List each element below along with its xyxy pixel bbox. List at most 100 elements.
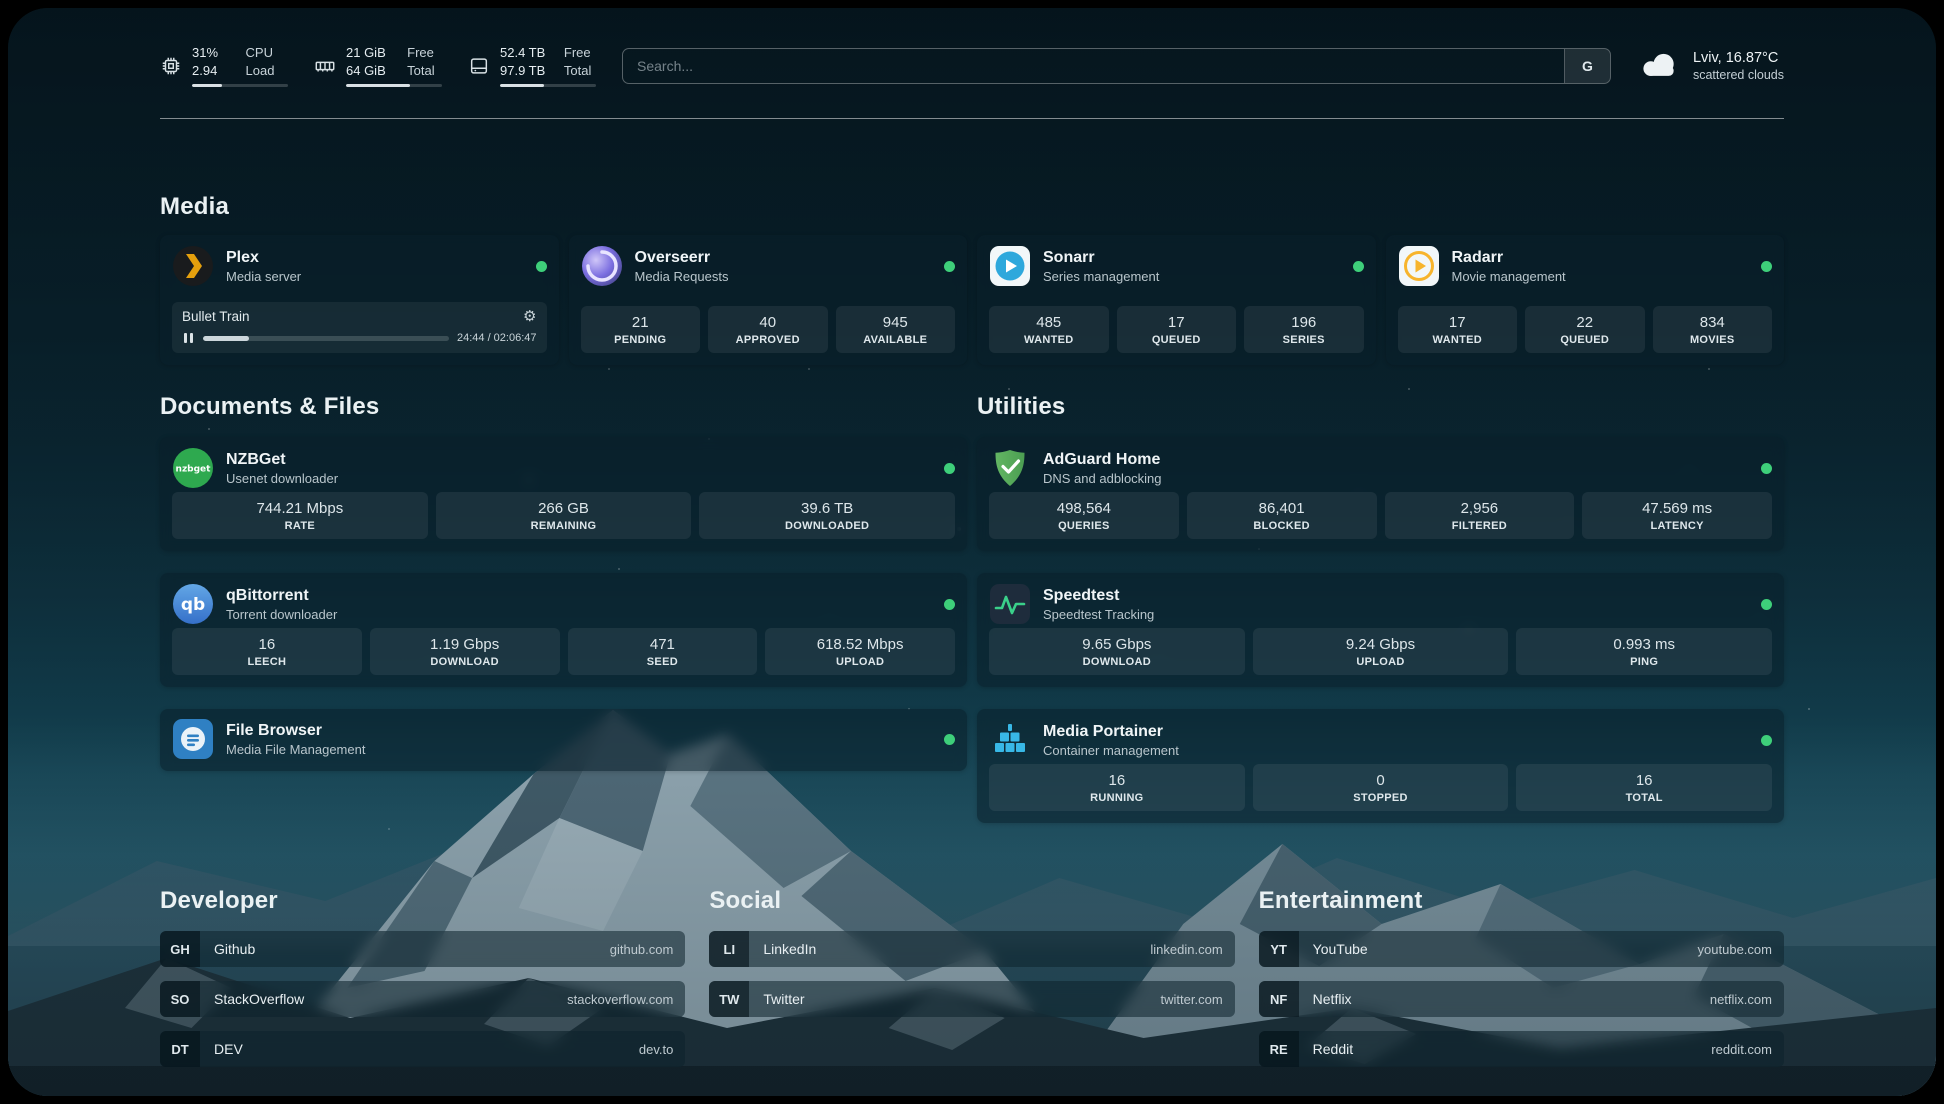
status-dot	[1761, 599, 1772, 610]
search-bar: G	[622, 48, 1611, 84]
stat-block: 16LEECH	[172, 628, 362, 675]
service-card-radarr[interactable]: Radarr Movie management 17WANTED 22QUEUE…	[1386, 235, 1785, 365]
bookmark-name: YouTube	[1313, 941, 1368, 957]
adguard-icon	[989, 447, 1031, 489]
disk-total-value: 97.9 TB	[500, 63, 550, 80]
stat-block: 17QUEUED	[1117, 306, 1237, 353]
service-card-speedtest[interactable]: Speedtest Speedtest Tracking 9.65 GbpsDO…	[977, 573, 1784, 687]
cpu-load-label: Load	[246, 63, 288, 80]
service-description: Container management	[1043, 743, 1179, 758]
service-card-portainer[interactable]: Media Portainer Container management 16R…	[977, 709, 1784, 823]
status-dot	[1761, 735, 1772, 746]
stat-block: 2,956FILTERED	[1385, 492, 1575, 539]
service-name: Media Portainer	[1043, 723, 1179, 741]
service-description: Media Requests	[635, 269, 729, 284]
media-card-grid: Plex Media server Bullet Train ⚙ 24:44 /…	[160, 235, 1784, 365]
service-description: Speedtest Tracking	[1043, 607, 1154, 622]
svg-text:nzbget: nzbget	[176, 465, 212, 475]
bookmark-name: StackOverflow	[214, 991, 304, 1007]
stat-block: 196SERIES	[1244, 306, 1364, 353]
stat-block: 17WANTED	[1398, 306, 1518, 353]
stat-block: 16RUNNING	[989, 764, 1245, 811]
stat-block: 618.52 MbpsUPLOAD	[765, 628, 955, 675]
google-search-button[interactable]: G	[1564, 49, 1610, 83]
status-dot	[944, 599, 955, 610]
portainer-icon	[989, 719, 1031, 761]
service-name: File Browser	[226, 722, 365, 740]
service-card-qbittorrent[interactable]: qb qBittorrent Torrent downloader	[160, 573, 967, 687]
stat-block: 16TOTAL	[1516, 764, 1772, 811]
service-name: Speedtest	[1043, 587, 1154, 605]
service-description: Usenet downloader	[226, 471, 338, 486]
section-title-entertainment: Entertainment	[1259, 887, 1784, 915]
bookmark-stackoverflow[interactable]: SO StackOverflow stackoverflow.com	[160, 981, 685, 1017]
radarr-icon	[1398, 245, 1440, 287]
bookmark-abbr: YT	[1259, 931, 1299, 967]
pause-button[interactable]	[182, 332, 195, 344]
stat-block: 9.65 GbpsDOWNLOAD	[989, 628, 1245, 675]
status-dot	[1761, 261, 1772, 272]
service-card-plex[interactable]: Plex Media server Bullet Train ⚙ 24:44 /…	[160, 235, 559, 365]
bookmark-url: reddit.com	[1711, 1042, 1784, 1057]
cpu-load-value: 2.94	[192, 63, 232, 80]
dashboard-screen: 31% CPU 2.94 Load	[8, 8, 1936, 1096]
bookmark-netflix[interactable]: NF Netflix netflix.com	[1259, 981, 1784, 1017]
svg-text:qb: qb	[181, 595, 205, 615]
section-title-media: Media	[160, 193, 1784, 221]
bookmark-dev[interactable]: DT DEV dev.to	[160, 1031, 685, 1067]
bookmark-reddit[interactable]: RE Reddit reddit.com	[1259, 1031, 1784, 1067]
bookmark-url: youtube.com	[1698, 942, 1784, 957]
stat-block: 47.569 msLATENCY	[1582, 492, 1772, 539]
bookmark-linkedin[interactable]: LI LinkedIn linkedin.com	[709, 931, 1234, 967]
sonarr-icon	[989, 245, 1031, 287]
service-card-overseerr[interactable]: Overseerr Media Requests 21PENDING 40APP…	[569, 235, 968, 365]
search-input[interactable]	[623, 49, 1564, 83]
service-description: Torrent downloader	[226, 607, 337, 622]
developer-column: Developer GH Github github.com SO StackO…	[160, 887, 685, 1067]
memory-free-value: 21 GiB	[346, 45, 393, 62]
bookmark-twitter[interactable]: TW Twitter twitter.com	[709, 981, 1234, 1017]
memory-widget: 21 GiB Free 64 GiB Total	[314, 45, 442, 87]
disk-total-label: Total	[564, 63, 596, 80]
nzbget-icon: nzbget	[172, 447, 214, 489]
bookmark-abbr: RE	[1259, 1031, 1299, 1067]
service-description: Media File Management	[226, 742, 365, 757]
stat-block: 834MOVIES	[1653, 306, 1773, 353]
service-card-adguard[interactable]: AdGuard Home DNS and adblocking 498,564Q…	[977, 437, 1784, 551]
bookmark-name: Reddit	[1313, 1041, 1353, 1057]
bookmark-name: LinkedIn	[763, 941, 816, 957]
memory-total-label: Total	[407, 63, 442, 80]
bookmark-youtube[interactable]: YT YouTube youtube.com	[1259, 931, 1784, 967]
weather-location-temp: Lviv, 16.87°C	[1693, 50, 1784, 66]
status-dot	[536, 261, 547, 272]
plex-now-playing: Bullet Train ⚙ 24:44 / 02:06:47	[172, 302, 547, 353]
bookmark-url: stackoverflow.com	[567, 992, 685, 1007]
settings-gear-icon[interactable]: ⚙	[523, 309, 536, 324]
service-card-nzbget[interactable]: nzbget NZBGet Usenet downloader 74	[160, 437, 967, 551]
plex-icon	[172, 245, 214, 287]
bookmark-url: linkedin.com	[1150, 942, 1234, 957]
stat-block: 945AVAILABLE	[836, 306, 956, 353]
status-dot	[944, 734, 955, 745]
stat-block: 21PENDING	[581, 306, 701, 353]
status-dot	[944, 463, 955, 474]
section-title-developer: Developer	[160, 887, 685, 915]
service-description: Media server	[226, 269, 301, 284]
bookmark-github[interactable]: GH Github github.com	[160, 931, 685, 967]
cpu-icon	[160, 55, 182, 77]
service-description: Series management	[1043, 269, 1159, 284]
qbittorrent-icon: qb	[172, 583, 214, 625]
service-description: Movie management	[1452, 269, 1566, 284]
cpu-usage-value: 31%	[192, 45, 232, 62]
service-card-sonarr[interactable]: Sonarr Series management 485WANTED 17QUE…	[977, 235, 1376, 365]
bookmark-name: Netflix	[1313, 991, 1352, 1007]
bookmark-abbr: DT	[160, 1031, 200, 1067]
speedtest-icon	[989, 583, 1031, 625]
bookmark-url: dev.to	[639, 1042, 685, 1057]
topbar: 31% CPU 2.94 Load	[160, 38, 1784, 94]
documents-column: Documents & Files nzbget	[160, 393, 967, 823]
service-name: AdGuard Home	[1043, 451, 1162, 469]
weather-widget: Lviv, 16.87°C scattered clouds	[1637, 49, 1784, 84]
cpu-label: CPU	[246, 45, 288, 62]
service-card-filebrowser[interactable]: File Browser Media File Management	[160, 709, 967, 771]
